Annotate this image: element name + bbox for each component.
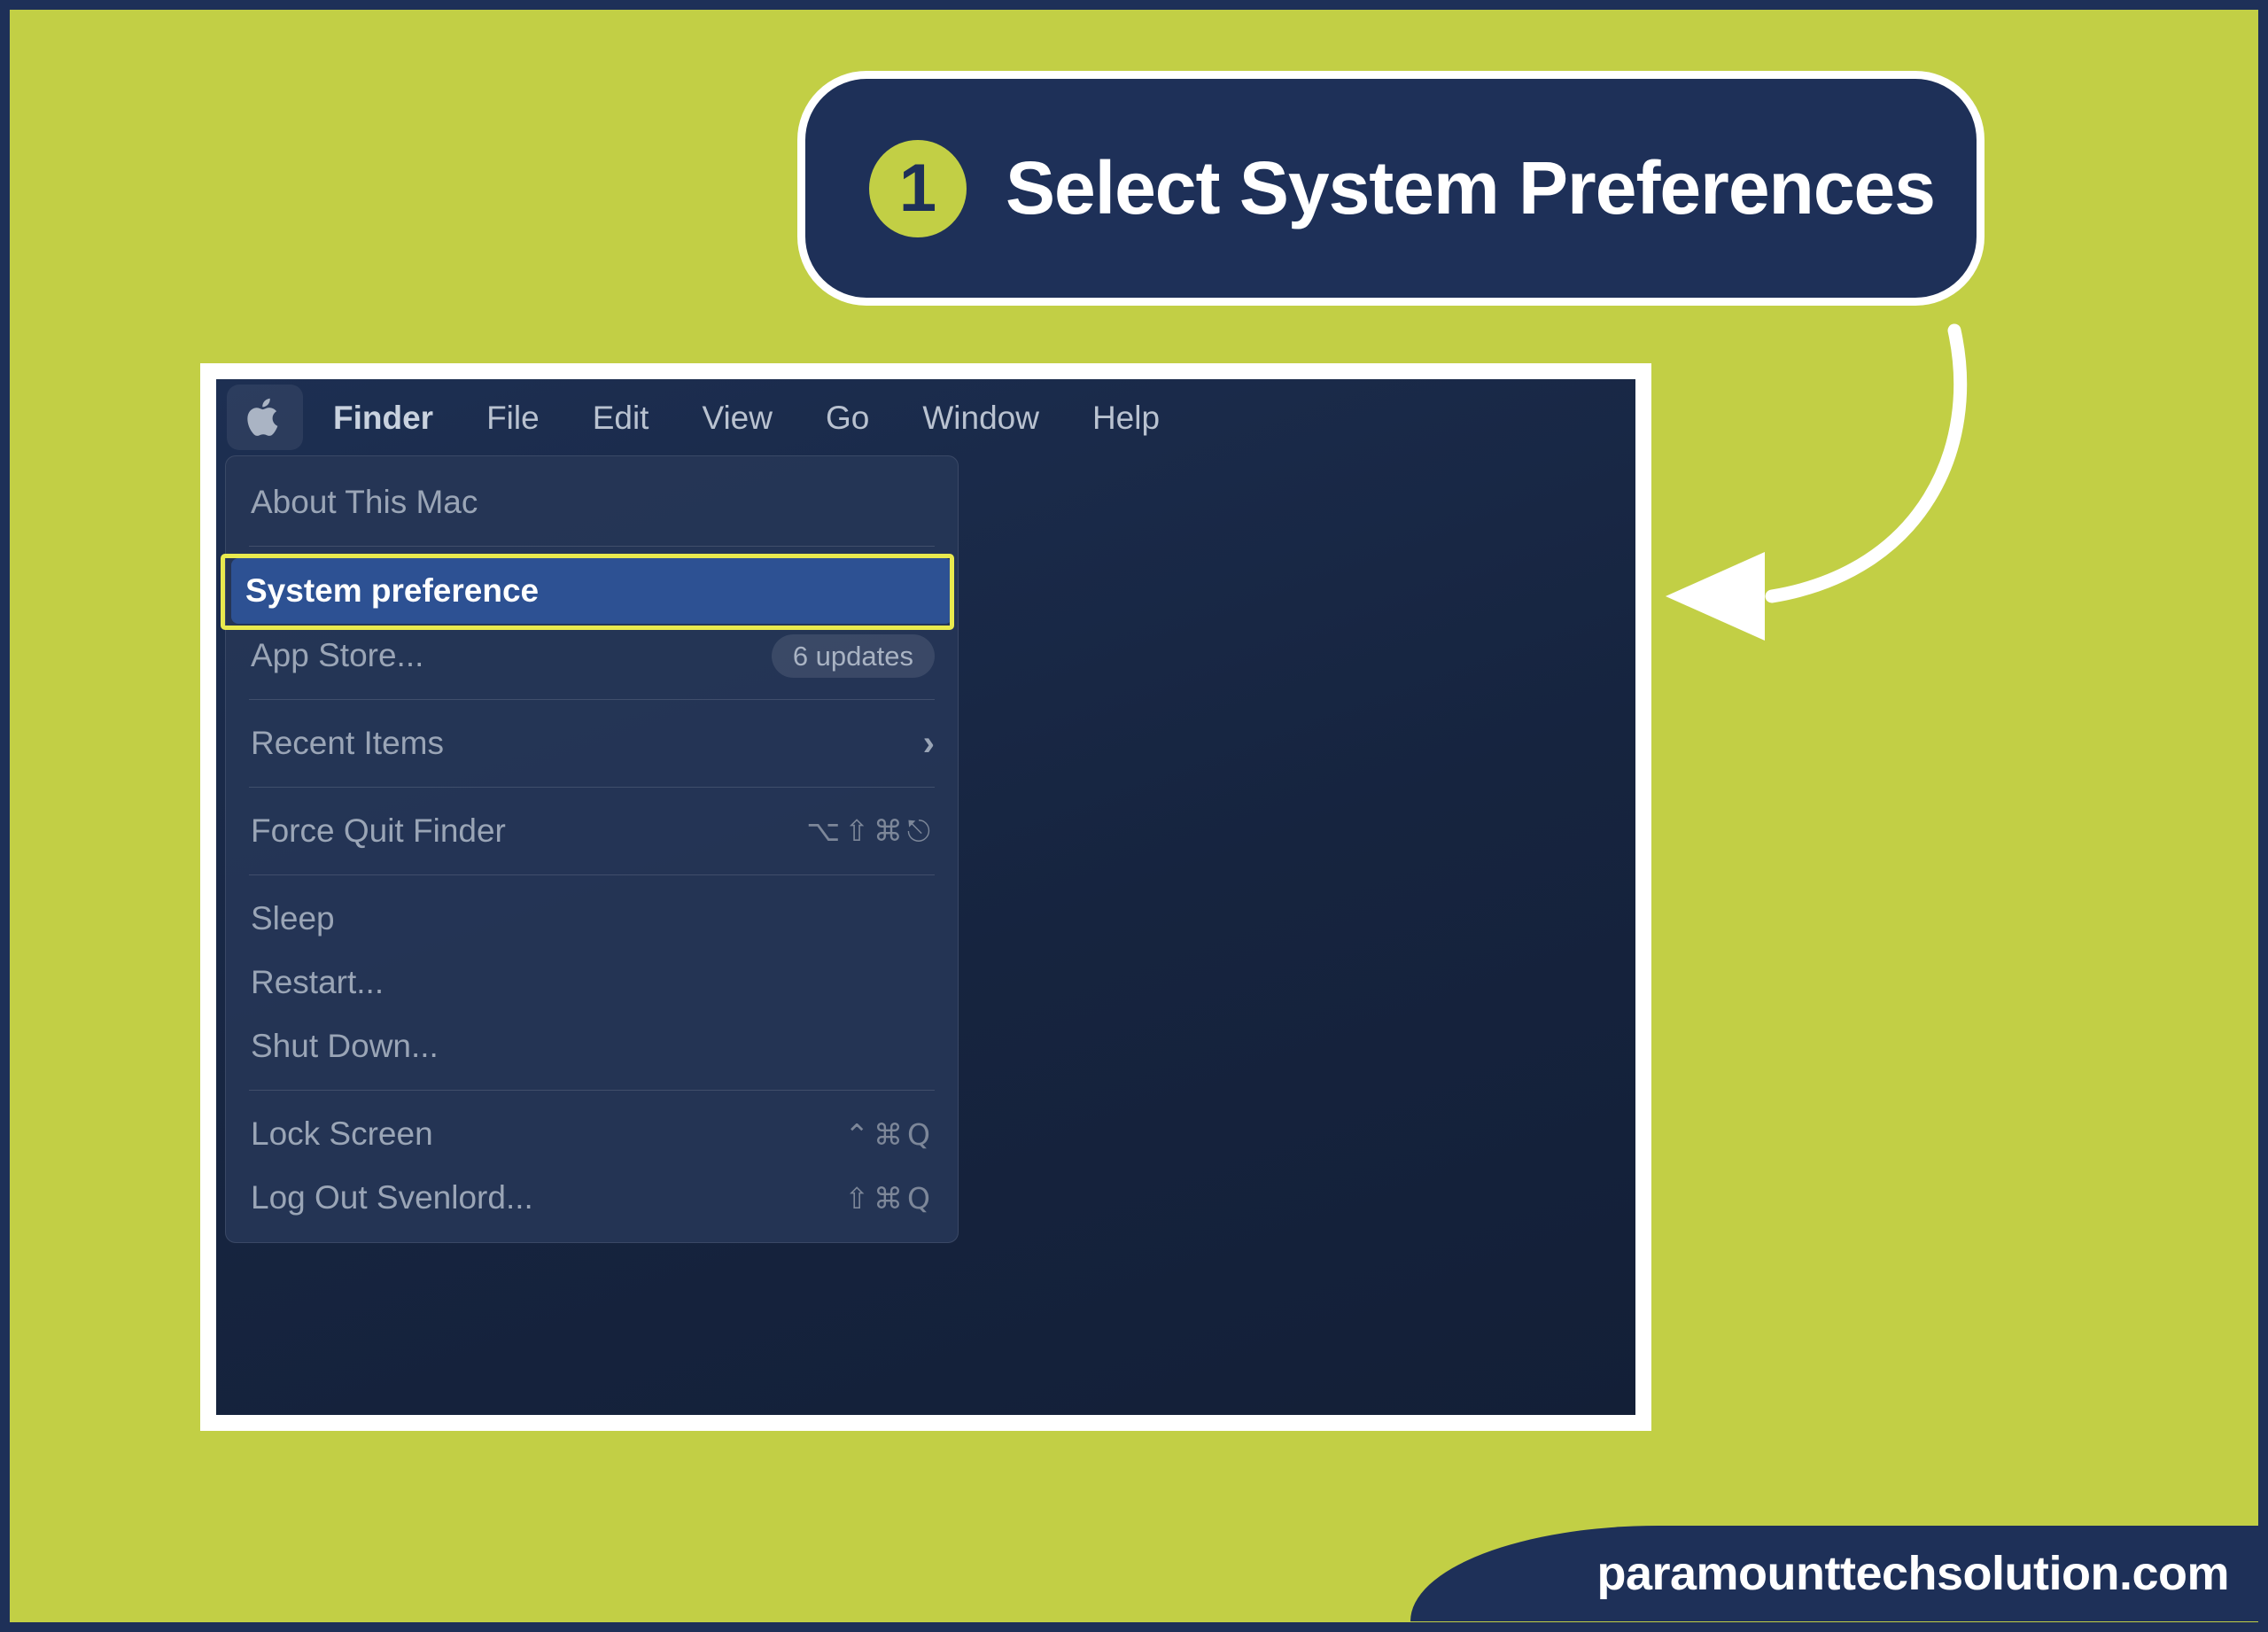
menu-item-label: Log Out Svenlord... <box>251 1179 533 1216</box>
menu-item-shortcut: ⌥⇧⌘⎋ <box>806 813 935 848</box>
menubar-item-window[interactable]: Window <box>896 401 1066 434</box>
menubar-item-view[interactable]: View <box>675 401 799 434</box>
step-title: Select System Preferences <box>1006 146 1936 229</box>
website-url: paramounttechsolution.com <box>1596 1547 2229 1600</box>
menu-item-label: Shut Down... <box>251 1028 439 1064</box>
menu-item-shortcut: ⇧⌘Q <box>844 1180 935 1216</box>
menu-item-log-out[interactable]: Log Out Svenlord... ⇧⌘Q <box>226 1166 958 1230</box>
apple-logo-icon <box>246 395 284 439</box>
step-callout-banner: 1 Select System Preferences <box>797 71 1984 306</box>
menubar-item-go[interactable]: Go <box>799 401 896 434</box>
menu-item-app-store[interactable]: App Store... 6 updates <box>226 624 958 688</box>
menu-item-shortcut: ⌃⌘Q <box>844 1116 935 1152</box>
menu-separator <box>249 546 935 547</box>
mac-menu-bar: Finder File Edit View Go Window Help <box>216 379 1635 455</box>
menu-item-label: Recent Items <box>251 725 444 761</box>
menu-separator <box>249 874 935 875</box>
updates-badge: 6 updates <box>771 633 935 678</box>
menubar-item-help[interactable]: Help <box>1066 401 1186 434</box>
menu-item-restart[interactable]: Restart... <box>226 951 958 1014</box>
menu-item-about-this-mac[interactable]: About This Mac <box>226 470 958 534</box>
menubar-item-edit[interactable]: Edit <box>566 401 676 434</box>
menubar-item-file[interactable]: File <box>460 401 566 434</box>
menu-item-force-quit-finder[interactable]: Force Quit Finder ⌥⇧⌘⎋ <box>226 799 958 863</box>
menu-item-sleep[interactable]: Sleep <box>226 887 958 951</box>
apple-dropdown-menu: About This Mac System preference App Sto… <box>221 455 959 1243</box>
chevron-right-icon: › <box>922 724 935 763</box>
menu-item-shut-down[interactable]: Shut Down... <box>226 1014 958 1078</box>
menu-separator <box>249 787 935 788</box>
menu-item-recent-items[interactable]: Recent Items › <box>226 711 958 775</box>
footer-ribbon: paramounttechsolution.com <box>1410 1526 2268 1621</box>
menu-item-label: Force Quit Finder <box>251 812 506 849</box>
menu-item-system-preference[interactable]: System preference <box>231 558 952 624</box>
menu-separator <box>249 699 935 700</box>
poster-canvas: 1 Select System Preferences Finder File … <box>0 0 2268 1632</box>
menu-item-system-preference-wrapper: System preference <box>221 554 963 630</box>
menu-item-lock-screen[interactable]: Lock Screen ⌃⌘Q <box>226 1102 958 1166</box>
menu-item-label: Restart... <box>251 964 384 1000</box>
mac-desktop: Finder File Edit View Go Window Help Abo… <box>216 379 1635 1415</box>
menu-item-label: Sleep <box>251 900 335 936</box>
menu-item-label: About This Mac <box>251 484 478 520</box>
menu-item-label: App Store... <box>251 637 424 673</box>
menubar-item-finder[interactable]: Finder <box>307 401 460 434</box>
apple-menu-button[interactable] <box>227 385 303 450</box>
step-number-badge: 1 <box>869 139 967 237</box>
menu-item-label: System preference <box>245 572 540 609</box>
screenshot-frame: Finder File Edit View Go Window Help Abo… <box>200 363 1651 1431</box>
menu-separator <box>249 1090 935 1091</box>
menu-item-label: Lock Screen <box>251 1115 433 1152</box>
